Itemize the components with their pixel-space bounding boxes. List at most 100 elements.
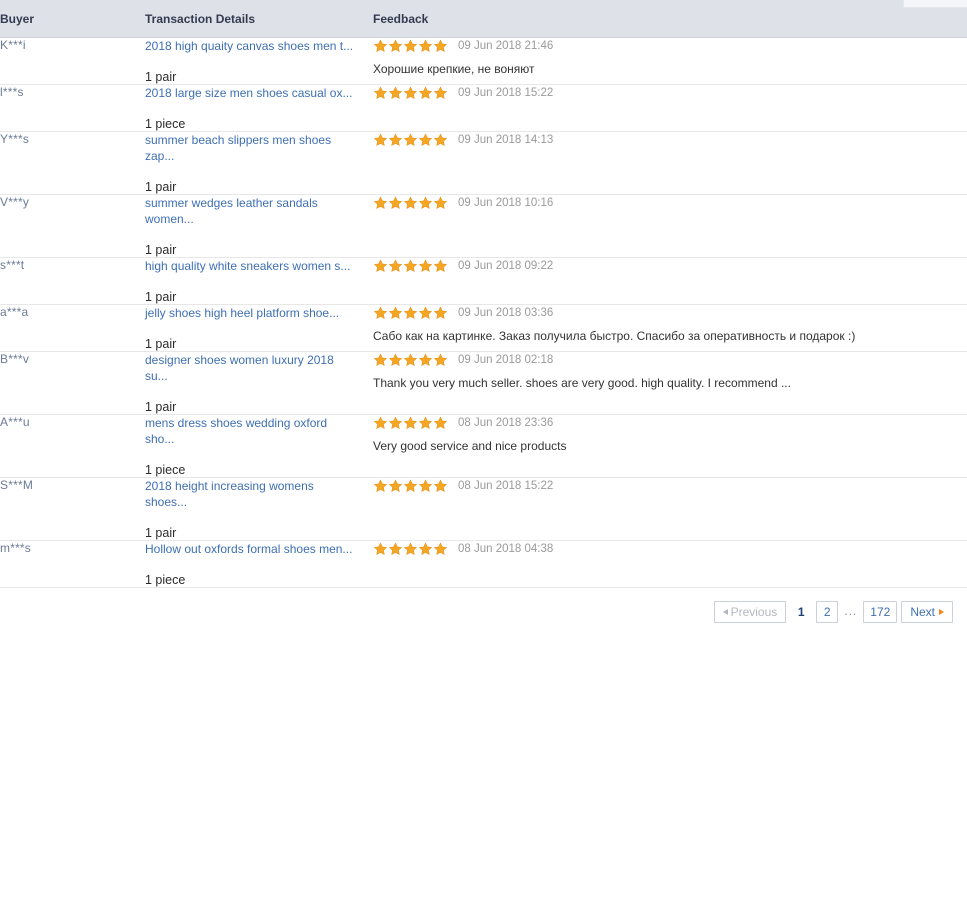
buyer-name: V***y — [0, 195, 30, 209]
buyer-name: m***s — [0, 541, 32, 555]
feedback-header: 08 Jun 2018 04:38 — [373, 541, 967, 557]
pagination-next-button[interactable]: Next — [901, 601, 953, 623]
feedback-header: 09 Jun 2018 02:18 — [373, 352, 967, 368]
star-rating-icon — [373, 353, 448, 367]
feedback-date: 09 Jun 2018 15:22 — [458, 87, 554, 99]
pagination-page-1: 1 — [797, 605, 805, 619]
star-rating-icon — [373, 39, 448, 53]
cell-transaction-details: summer wedges leather sandals women... 1 … — [145, 194, 373, 258]
quantity-label: 1 pair — [145, 337, 177, 351]
quantity-label: 1 pair — [145, 180, 177, 194]
cell-transaction-details: Hollow out oxfords formal shoes men... 1 … — [145, 540, 373, 588]
quantity-label: 1 pair — [145, 243, 177, 257]
table-row: B***v designer shoes women luxury 2018 su… — [0, 351, 967, 415]
quantity-label: 1 pair — [145, 400, 177, 414]
cell-transaction-details: 2018 height increasing womens shoes... 1 … — [145, 477, 373, 541]
buyer-name: Y***s — [0, 132, 30, 146]
feedback-date: 08 Jun 2018 23:36 — [458, 417, 554, 429]
cell-buyer: m***s — [0, 540, 145, 588]
product-link[interactable]: jelly shoes high heel platform shoe... — [145, 305, 359, 321]
buyer-name: A***u — [0, 415, 30, 429]
feedback-comment: Thank you very much seller. shoes are ve… — [373, 376, 791, 390]
cell-transaction-details: 2018 high quaity canvas shoes men t... 1 … — [145, 37, 373, 85]
cell-buyer: V***y — [0, 194, 145, 258]
product-link[interactable]: high quality white sneakers women s... — [145, 258, 359, 274]
star-rating-icon — [373, 196, 448, 210]
table-row: S***M 2018 height increasing womens shoes… — [0, 477, 967, 541]
star-rating-icon — [373, 416, 448, 430]
product-link[interactable]: designer shoes women luxury 2018 su... — [145, 352, 359, 384]
quantity-label: 1 piece — [145, 463, 186, 477]
cell-feedback: 08 Jun 2018 23:36 Very good service and n… — [373, 414, 967, 478]
column-header-feedback: Feedback — [373, 0, 967, 38]
cell-transaction-details: high quality white sneakers women s... 1 … — [145, 257, 373, 305]
cell-transaction-details: designer shoes women luxury 2018 su... 1 … — [145, 351, 373, 415]
star-rating-icon — [373, 133, 448, 147]
cell-feedback: 08 Jun 2018 15:22 — [373, 477, 967, 541]
buyer-name: K***i — [0, 38, 26, 52]
cell-buyer: l***s — [0, 84, 145, 132]
cell-feedback: 09 Jun 2018 14:13 — [373, 131, 967, 195]
star-rating-icon — [373, 86, 448, 100]
cell-feedback: 09 Jun 2018 21:46 Хорошие крепкие, не вон… — [373, 37, 967, 85]
feedback-date: 09 Jun 2018 02:18 — [458, 354, 554, 366]
top-panel-sliver — [903, 0, 967, 8]
table-row: Y***s summer beach slippers men shoes zap… — [0, 131, 967, 195]
pagination-container: Previous 1 2 ... 172 Next — [0, 588, 967, 623]
cell-buyer: Y***s — [0, 131, 145, 195]
cell-feedback: 09 Jun 2018 03:36 Сабо как на картинке. З… — [373, 304, 967, 352]
feedback-date: 09 Jun 2018 10:16 — [458, 197, 554, 209]
cell-transaction-details: 2018 large size men shoes casual ox... 1 … — [145, 84, 373, 132]
feedback-header: 09 Jun 2018 21:46 — [373, 38, 967, 54]
pagination-ellipsis: ... — [844, 604, 858, 618]
pagination-page-last[interactable]: 172 — [863, 601, 898, 623]
feedback-header: 08 Jun 2018 15:22 — [373, 478, 967, 494]
cell-feedback: 08 Jun 2018 04:38 — [373, 540, 967, 588]
cell-buyer: A***u — [0, 414, 145, 478]
buyer-name: s***t — [0, 258, 25, 272]
cell-feedback: 09 Jun 2018 10:16 — [373, 194, 967, 258]
pagination-next-label: Next — [910, 605, 935, 619]
feedback-date: 09 Jun 2018 14:13 — [458, 134, 554, 146]
table-row: s***t high quality white sneakers women s… — [0, 257, 967, 305]
pagination: Previous 1 2 ... 172 Next — [713, 601, 953, 623]
table-body: K***i 2018 high quaity canvas shoes men t… — [0, 37, 967, 588]
feedback-header: 09 Jun 2018 09:22 — [373, 258, 967, 274]
quantity-label: 1 piece — [145, 573, 186, 587]
table-header: Buyer Transaction Details Feedback — [0, 0, 967, 38]
product-link[interactable]: Hollow out oxfords formal shoes men... — [145, 541, 359, 557]
product-link[interactable]: 2018 high quaity canvas shoes men t... — [145, 38, 359, 54]
table-row: A***u mens dress shoes wedding oxford sho… — [0, 414, 967, 478]
feedback-comment: Сабо как на картинке. Заказ получила быс… — [373, 329, 856, 343]
product-link[interactable]: summer wedges leather sandals women... — [145, 195, 359, 227]
table-row: m***s Hollow out oxfords formal shoes men… — [0, 540, 967, 588]
buyer-name: l***s — [0, 85, 24, 99]
feedback-date: 09 Jun 2018 09:22 — [458, 260, 554, 272]
feedback-header: 09 Jun 2018 14:13 — [373, 132, 967, 148]
cell-transaction-details: jelly shoes high heel platform shoe... 1 … — [145, 304, 373, 352]
feedback-date: 08 Jun 2018 15:22 — [458, 480, 554, 492]
caret-left-icon — [722, 609, 728, 615]
feedback-date: 09 Jun 2018 21:46 — [458, 40, 554, 52]
feedback-comment: Хорошие крепкие, не воняют — [373, 62, 535, 76]
cell-buyer: s***t — [0, 257, 145, 305]
feedback-header: 09 Jun 2018 03:36 — [373, 305, 967, 321]
feedback-header: 08 Jun 2018 23:36 — [373, 415, 967, 431]
quantity-label: 1 piece — [145, 117, 186, 131]
table-row: l***s 2018 large size men shoes casual ox… — [0, 84, 967, 132]
product-link[interactable]: mens dress shoes wedding oxford sho... — [145, 415, 359, 447]
buyer-name: a***a — [0, 305, 29, 319]
product-link[interactable]: 2018 large size men shoes casual ox... — [145, 85, 359, 101]
feedback-comment: Very good service and nice products — [373, 439, 567, 453]
feedback-header: 09 Jun 2018 10:16 — [373, 195, 967, 211]
star-rating-icon — [373, 259, 448, 273]
product-link[interactable]: summer beach slippers men shoes zap... — [145, 132, 359, 164]
feedback-date: 08 Jun 2018 04:38 — [458, 543, 554, 555]
table-row: V***y summer wedges leather sandals women… — [0, 194, 967, 258]
cell-feedback: 09 Jun 2018 15:22 — [373, 84, 967, 132]
feedback-table: Buyer Transaction Details Feedback K***i… — [0, 0, 967, 588]
table-row: K***i 2018 high quaity canvas shoes men t… — [0, 37, 967, 85]
product-link[interactable]: 2018 height increasing womens shoes... — [145, 478, 359, 510]
pagination-page-2[interactable]: 2 — [816, 601, 839, 623]
pagination-previous-button[interactable]: Previous — [713, 601, 787, 623]
